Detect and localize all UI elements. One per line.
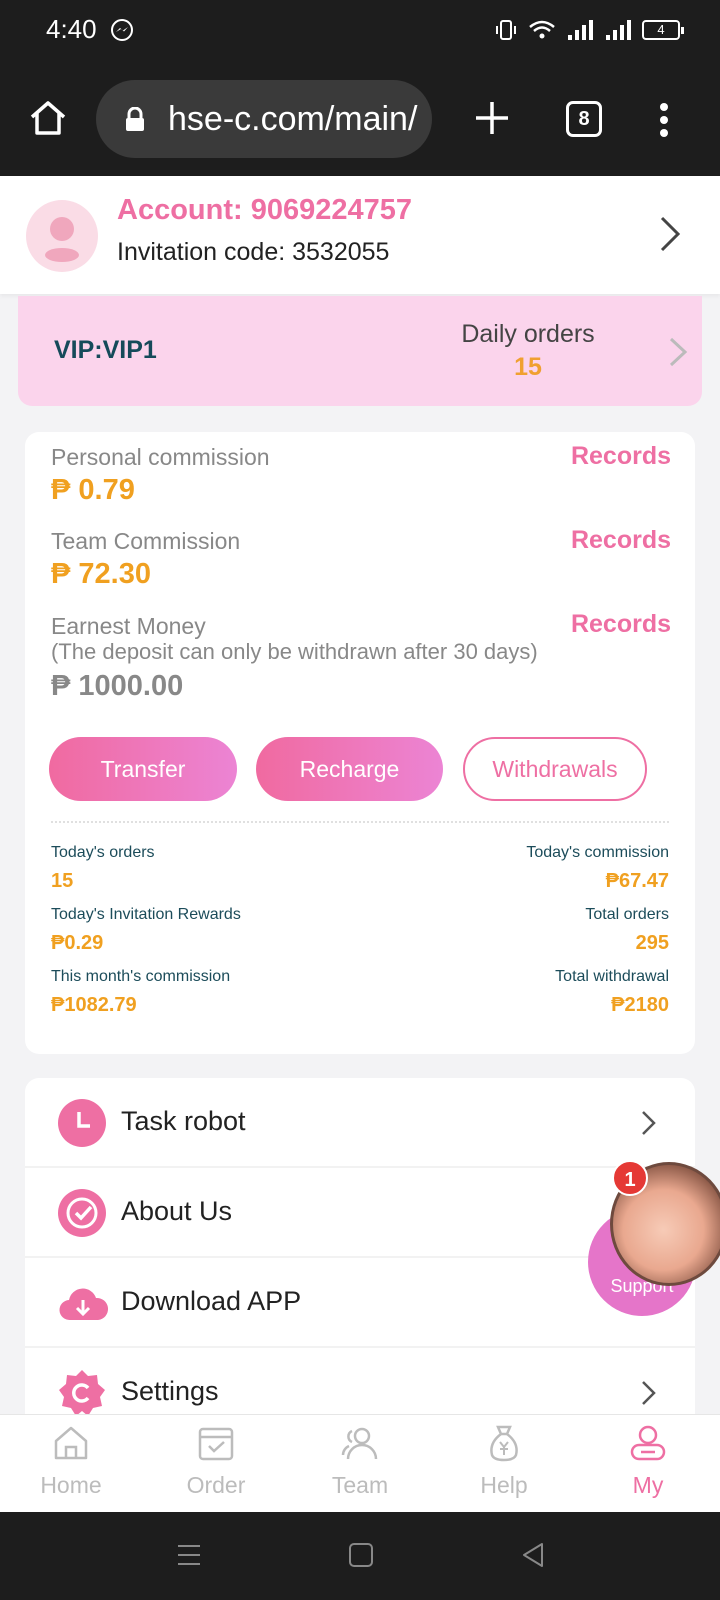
nav-help-label: Help <box>480 1472 528 1498</box>
menu-item-task-robot[interactable]: Task robot <box>25 1078 695 1168</box>
home-icon <box>30 101 66 135</box>
recents-button[interactable] <box>176 1542 202 1573</box>
system-icons: 4 <box>494 18 684 42</box>
home-system-button[interactable] <box>348 1542 374 1573</box>
nav-home-label: Home <box>40 1472 102 1498</box>
nav-order[interactable]: Order <box>166 1423 266 1499</box>
order-icon <box>198 1427 234 1461</box>
battery-level: 4 <box>657 22 665 37</box>
chevron-right-icon <box>641 1380 657 1411</box>
chevron-right-icon <box>668 336 688 373</box>
vibrate-icon <box>496 20 516 40</box>
back-triangle-icon <box>523 1543 543 1567</box>
account-number: Account: 9069224757 <box>117 194 412 226</box>
new-tab-button[interactable] <box>472 98 512 143</box>
withdrawals-button[interactable]: Withdrawals <box>463 737 647 801</box>
url-text: hse-c.com/main/ <box>168 100 418 138</box>
signal-icon <box>568 20 593 40</box>
status-bar: 4:40 4 <box>0 0 720 64</box>
todays-commission-label: Today's commission <box>526 844 669 861</box>
address-bar[interactable]: hse-c.com/main/ <box>96 80 432 158</box>
battery-icon: 4 <box>642 20 684 40</box>
wifi-icon <box>529 20 555 39</box>
personal-commission-value: ₱ 0.79 <box>51 474 135 506</box>
menu-item-label: Task robot <box>121 1106 246 1136</box>
daily-orders: Daily orders 15 <box>448 320 608 382</box>
browser-home-button[interactable] <box>28 98 68 143</box>
home-icon <box>54 1426 88 1460</box>
more-vert-icon <box>660 103 668 137</box>
earnest-money-label: Earnest Money <box>51 613 206 639</box>
cloud-download-icon <box>57 1278 109 1328</box>
bottom-navigation: Home Order Team Help My <box>0 1414 720 1512</box>
menu-lines-icon <box>178 1545 200 1565</box>
commission-card: Personal commission Records ₱ 0.79 Team … <box>25 432 695 1054</box>
todays-orders-label: Today's orders <box>51 844 155 861</box>
total-withdrawal-label: Total withdrawal <box>555 968 669 985</box>
total-orders-value: 295 <box>635 932 669 954</box>
gear-icon <box>57 1368 107 1418</box>
chevron-right-icon <box>658 214 682 259</box>
nav-help[interactable]: Help <box>454 1423 554 1499</box>
nav-team-label: Team <box>331 1472 389 1498</box>
invitation-rewards-label: Today's Invitation Rewards <box>51 906 241 923</box>
menu-item-label: About Us <box>121 1196 233 1226</box>
team-commission-value: ₱ 72.30 <box>51 558 151 590</box>
money-bag-icon <box>490 1425 518 1462</box>
notification-badge: 1 <box>612 1160 648 1196</box>
clock-icon <box>57 1098 107 1148</box>
month-commission-label: This month's commission <box>51 968 231 985</box>
personal-records-link[interactable]: Records <box>571 442 671 471</box>
account-header[interactable]: Account: 9069224757 Invitation code: 353… <box>0 176 720 294</box>
recharge-button[interactable]: Recharge <box>256 737 443 801</box>
total-orders-label: Total orders <box>585 906 669 923</box>
todays-orders-value: 15 <box>51 870 74 892</box>
todays-commission-value: ₱67.47 <box>605 870 669 892</box>
menu-item-label: Settings <box>121 1376 219 1406</box>
nav-my-label: My <box>632 1472 664 1498</box>
avatar <box>26 200 98 272</box>
menu-item-label: Download APP <box>121 1286 302 1316</box>
invitation-code: Invitation code: 3532055 <box>117 238 390 266</box>
tab-switcher-button[interactable]: 8 <box>566 101 602 137</box>
earnest-records-link[interactable]: Records <box>571 610 671 639</box>
nav-order-label: Order <box>186 1472 246 1498</box>
check-badge-icon <box>57 1188 107 1238</box>
status-time: 4:40 <box>46 14 97 44</box>
tab-count: 8 <box>578 108 590 130</box>
signal-icon-2 <box>606 20 631 40</box>
vip-card[interactable]: VIP:VIP1 Daily orders 15 <box>18 296 702 406</box>
chevron-right-icon <box>641 1110 657 1141</box>
invitation-rewards-value: ₱0.29 <box>51 932 104 954</box>
lock-icon <box>124 106 146 138</box>
team-records-link[interactable]: Records <box>571 526 671 555</box>
earnest-money-note: (The deposit can only be withdrawn after… <box>51 639 538 664</box>
menu-item-settings[interactable]: Settings <box>25 1348 695 1418</box>
transfer-button[interactable]: Transfer <box>49 737 237 801</box>
plus-icon <box>476 102 508 134</box>
nav-home[interactable]: Home <box>21 1423 121 1499</box>
team-commission-label: Team Commission <box>51 528 241 554</box>
team-icon <box>341 1427 378 1460</box>
user-icon <box>45 217 79 262</box>
browser-toolbar: hse-c.com/main/ 8 <box>0 64 720 176</box>
daily-orders-label: Daily orders <box>461 320 595 348</box>
personal-commission-label: Personal commission <box>51 444 270 470</box>
month-commission-value: ₱1082.79 <box>51 994 137 1016</box>
total-withdrawal-value: ₱2180 <box>611 994 669 1016</box>
divider <box>51 821 669 823</box>
back-system-button[interactable] <box>520 1542 546 1573</box>
system-navigation-bar <box>0 1512 720 1600</box>
profile-icon <box>630 1425 666 1461</box>
messenger-icon <box>110 18 134 47</box>
daily-orders-value: 15 <box>514 353 542 381</box>
browser-menu-button[interactable] <box>658 102 670 143</box>
square-icon <box>349 1543 373 1567</box>
nav-team[interactable]: Team <box>310 1423 410 1499</box>
nav-my[interactable]: My <box>598 1423 698 1499</box>
earnest-money-value: ₱ 1000.00 <box>51 670 184 702</box>
vip-level: VIP:VIP1 <box>54 336 157 364</box>
